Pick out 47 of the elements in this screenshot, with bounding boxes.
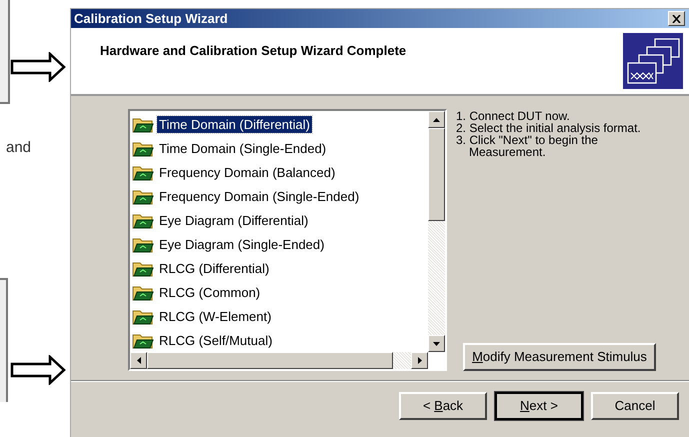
folder-icon xyxy=(132,308,154,324)
folder-icon xyxy=(132,284,154,300)
format-item[interactable]: Frequency Domain (Single-Ended) xyxy=(157,188,362,204)
wizard-heading: Hardware and Calibration Setup Wizard Complete xyxy=(100,42,406,60)
instruction-text: 1. Connect DUT now. xyxy=(456,110,571,122)
vertical-scrollbar[interactable] xyxy=(428,111,445,352)
folder-icon xyxy=(132,116,154,132)
close-button[interactable] xyxy=(668,11,685,26)
format-item[interactable]: RLCG (Differential) xyxy=(157,260,272,276)
body-text: and xyxy=(6,138,32,158)
scroll-thumb[interactable] xyxy=(428,128,445,221)
folder-icon xyxy=(132,212,154,228)
format-item[interactable]: Time Domain (Single-Ended) xyxy=(157,140,328,156)
folder-icon xyxy=(132,164,154,180)
instruction-text: 3. Click "Next" to begin the Measurement. xyxy=(456,134,598,158)
up-arrow-icon xyxy=(433,118,440,122)
format-item[interactable]: RLCG (Self/Mutual) xyxy=(157,332,274,348)
wizard-button[interactable]: Next > xyxy=(495,392,583,420)
modify-stimulus-button[interactable]: Modify Measurement Stimulus xyxy=(463,343,656,371)
folder-icon xyxy=(132,332,154,348)
right-arrow-icon xyxy=(10,355,66,385)
scroll-up-button[interactable] xyxy=(428,111,445,128)
format-item[interactable]: RLCG (Common) xyxy=(157,284,262,300)
format-item[interactable]: Eye Diagram (Single-Ended) xyxy=(157,236,326,252)
scroll-down-button[interactable] xyxy=(428,335,445,352)
scroll-left-button[interactable] xyxy=(130,352,147,369)
down-arrow-icon xyxy=(433,342,440,346)
close-icon xyxy=(672,14,681,22)
folder-icon xyxy=(132,140,154,156)
scroll-right-button[interactable] xyxy=(411,352,428,369)
window-title: Calibration Setup Wizard xyxy=(74,10,228,28)
folder-icon xyxy=(132,188,154,204)
folder-icon xyxy=(132,236,154,252)
right-arrow-icon xyxy=(10,52,66,82)
horizontal-scrollbar[interactable] xyxy=(130,352,428,369)
right-arrow-icon xyxy=(418,357,422,364)
stacked-windows-icon xyxy=(623,33,683,89)
format-item[interactable]: Eye Diagram (Differential) xyxy=(157,212,310,228)
folder-icon xyxy=(132,260,154,276)
format-item[interactable]: Frequency Domain (Balanced) xyxy=(157,164,338,180)
scroll-thumb[interactable] xyxy=(147,352,393,369)
format-item[interactable]: RLCG (W-Element) xyxy=(157,308,274,324)
wizard-button[interactable]: < Back xyxy=(399,392,487,420)
format-item[interactable]: Time Domain (Differential) xyxy=(157,116,312,132)
instruction-text: 2. Select the initial analysis format. xyxy=(456,122,642,134)
wizard-button[interactable]: Cancel xyxy=(591,392,679,420)
left-arrow-icon xyxy=(136,357,140,364)
